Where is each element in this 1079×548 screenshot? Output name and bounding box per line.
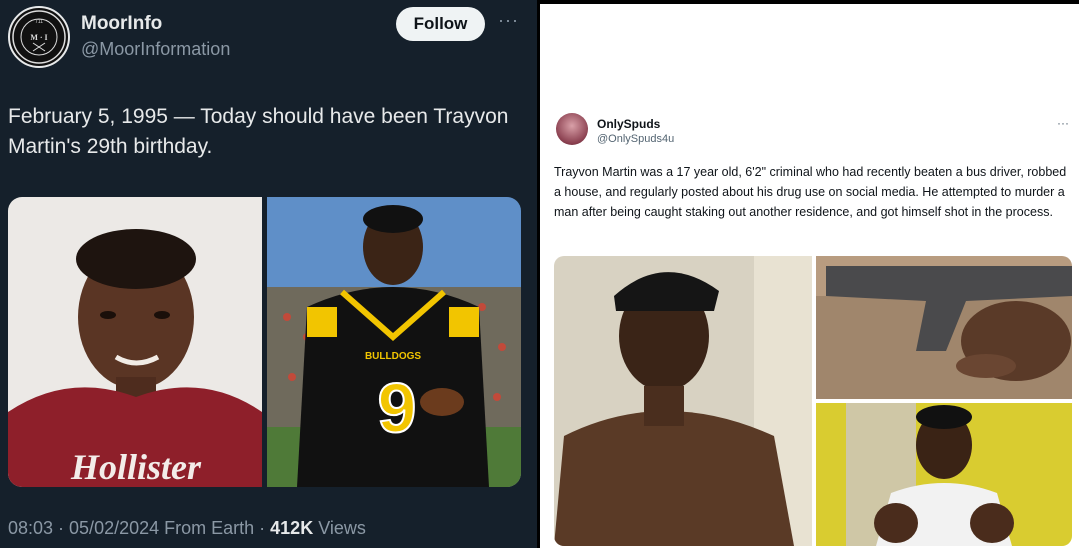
timestamp[interactable]: 08:03 · 05/02/2024 From Earth · — [8, 518, 270, 538]
svg-text:M · I: M · I — [30, 33, 47, 42]
user-handle[interactable]: @MoorInformation — [81, 39, 230, 60]
photo-selfie[interactable] — [554, 256, 812, 546]
photo-football[interactable]: BULLDOGS 9 — [267, 197, 521, 487]
onlyspuds-avatar[interactable] — [556, 113, 588, 145]
tweet-metadata: 08:03 · 05/02/2024 From Earth · 412K Vie… — [8, 518, 366, 539]
more-options-icon[interactable]: ··· — [498, 10, 519, 31]
moorinfo-logo-icon: 711 M · I — [12, 10, 66, 64]
tweet-media[interactable] — [554, 256, 1072, 546]
views-count: 412K — [270, 518, 314, 538]
follow-button[interactable]: Follow — [396, 7, 485, 41]
svg-text:711: 711 — [35, 19, 43, 25]
views-label: Views — [313, 518, 366, 538]
tweet-text: February 5, 1995 — Today should have bee… — [8, 105, 509, 158]
jersey-text: BULLDOGS — [365, 351, 421, 362]
display-name[interactable]: MoorInfo — [81, 13, 162, 35]
display-name[interactable]: OnlySpuds — [597, 117, 660, 131]
tweet-text: Trayvon Martin was a 17 year old, 6'2" c… — [554, 165, 1067, 219]
moorinfo-avatar[interactable]: 711 M · I — [8, 6, 70, 68]
more-options-icon[interactable]: ··· — [1057, 116, 1069, 130]
user-handle[interactable]: @OnlySpuds4u — [597, 133, 674, 145]
photo-portrait[interactable]: Hollister — [8, 197, 262, 487]
photo-gesture[interactable] — [816, 403, 1072, 546]
photo-handgun[interactable] — [816, 256, 1072, 399]
left-tweet-card: 711 M · I MoorInfo @MoorInformation Foll… — [0, 0, 537, 548]
shirt-text: Hollister — [70, 447, 202, 487]
right-tweet-card: OnlySpuds @OnlySpuds4u ··· Trayvon Marti… — [540, 4, 1079, 548]
jersey-number: 9 — [378, 369, 417, 447]
tweet-media[interactable]: Hollister BULLDOGS 9 — [8, 197, 521, 487]
